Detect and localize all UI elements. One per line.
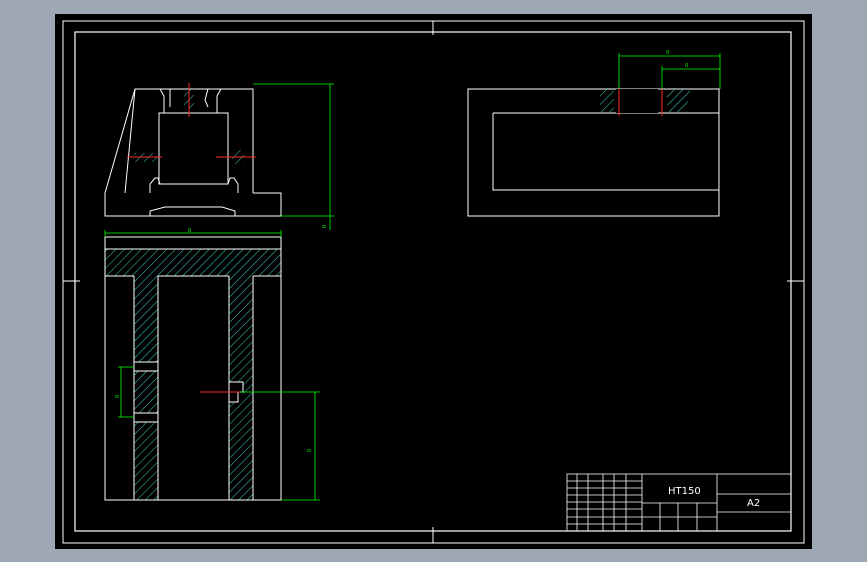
offset-height-dim-text: 0 [307, 449, 313, 452]
cad-drawing-canvas: 0 0 0 0 0 0 HT150 A2 [55, 14, 812, 549]
sheet-size-text: A2 [747, 498, 760, 509]
material-text: HT150 [668, 486, 701, 497]
side-height-dim-text: 0 [322, 225, 328, 228]
drawing-sheet [55, 14, 812, 549]
plan-width-dim-text: 0 [666, 50, 669, 56]
section-width-dim-text: 0 [188, 228, 191, 234]
hole-spacing-dim-text: 0 [685, 63, 688, 69]
section-inner-dim-text: 0 [115, 395, 121, 398]
top-view-hatch [600, 89, 690, 113]
